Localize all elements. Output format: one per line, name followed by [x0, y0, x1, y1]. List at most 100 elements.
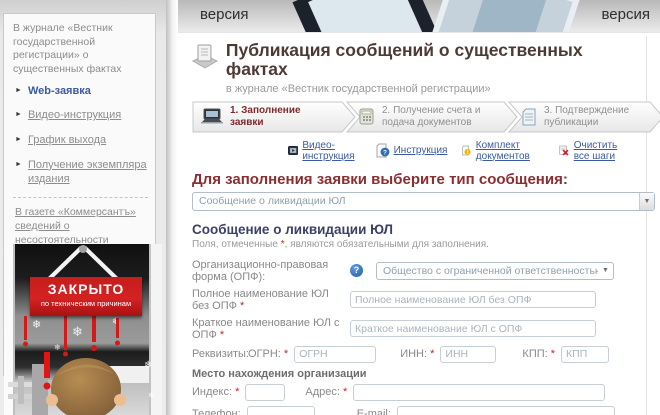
phone-label: Телефон:: [192, 408, 241, 415]
toolbar-link-label[interactable]: Комплект документов: [476, 140, 546, 162]
inn-label: ИНН: *: [400, 348, 434, 360]
sidebar-item-web-zayavka[interactable]: ► Web-заявка: [15, 85, 148, 99]
required-asterisk: *: [551, 348, 555, 360]
opf-label: Организационно-правовая форма (ОПФ):: [192, 259, 350, 283]
toolbar-link-label[interactable]: Очистить все шаги: [574, 140, 634, 162]
sidebar-item-label[interactable]: Видео-инструкция: [28, 109, 121, 123]
phone-input[interactable]: [247, 406, 315, 415]
document-icon: [520, 108, 538, 126]
calculator-icon: [358, 108, 376, 126]
svg-text:❄: ❄: [144, 360, 152, 371]
help-icon[interactable]: ?: [350, 264, 363, 277]
step-3-publication-confirmation[interactable]: 3. Подтверждение публикации: [520, 101, 654, 133]
publication-icon: [192, 43, 218, 69]
sidebar-group-title: В журнале «Вестник государственной регис…: [13, 22, 148, 77]
label-text: ИНН:: [400, 348, 427, 360]
main-column: Публикация сообщений о существенных факт…: [178, 33, 648, 415]
required-asterisk: *: [240, 300, 244, 312]
full-name-row: Полное наименование ЮЛ без ОПФ *: [192, 288, 648, 312]
divider: [13, 197, 148, 198]
svg-text:?: ?: [383, 150, 387, 157]
content-right-border: [646, 36, 647, 415]
toolbar-links: Видео-инструкция ? Инструкция: [288, 140, 648, 162]
message-type-heading: Для заполнения заявки выберите тип сообщ…: [192, 171, 648, 188]
full-name-label: Полное наименование ЮЛ без ОПФ *: [192, 288, 344, 312]
toolbar-link-label[interactable]: Инструкция: [394, 145, 448, 156]
arrow-bullet-icon: ►: [15, 111, 22, 118]
required-asterisk: *: [220, 329, 224, 341]
svg-text:❄: ❄: [72, 324, 83, 339]
page-header: Публикация сообщений о существенных факт…: [192, 41, 648, 95]
index-address-row: Индекс: * Адрес: *: [192, 384, 648, 401]
steps-bar: 1. Заполнение заявки 2. Получение счета …: [192, 101, 660, 133]
sidebar-item-video-instruction[interactable]: ► Видео-инструкция: [15, 109, 148, 123]
liquidation-form: Организационно-правовая форма (ОПФ): ? О…: [192, 259, 648, 415]
message-type-selected-value: Сообщение о ликвидации ЮЛ: [193, 195, 639, 207]
required-fields-note: Поля, отмеченные *, являются обязательны…: [192, 239, 648, 250]
arrow-bullet-icon: ►: [15, 136, 22, 143]
arrow-bullet-icon: ►: [15, 87, 22, 94]
email-input[interactable]: [397, 406, 615, 415]
index-input[interactable]: [245, 384, 285, 401]
sidebar-item-schedule[interactable]: ► График выхода: [15, 134, 148, 148]
video-instruction-link[interactable]: Видео-инструкция: [288, 140, 361, 162]
email-label: E-mail:: [357, 408, 391, 415]
sidebar: В журнале «Вестник государственной регис…: [0, 0, 166, 415]
step-1-fill-application[interactable]: 1. Заполнение заявки: [200, 101, 322, 133]
instruction-link[interactable]: ? Инструкция: [375, 143, 448, 158]
label-text: Индекс:: [192, 386, 232, 398]
ogrn-input[interactable]: [294, 346, 376, 363]
sidebar-item-label[interactable]: Получение экземпляра издания: [28, 159, 148, 187]
short-name-label: Краткое наименование ЮЛ с ОПФ *: [192, 317, 344, 341]
address-input[interactable]: [353, 384, 605, 401]
warning-document-icon: [461, 143, 471, 158]
opf-selected-value: Общество с ограниченной ответственностью: [377, 265, 598, 277]
requisites-row: Реквизиты: ОГРН: * ИНН: * КПП: *: [192, 346, 648, 363]
full-name-input[interactable]: [350, 291, 596, 308]
svg-text:❄: ❄: [54, 343, 61, 352]
page-subtitle: в журнале «Вестник государственной регис…: [226, 83, 648, 95]
svg-text:❄: ❄: [32, 319, 41, 331]
sidebar-item-get-copy[interactable]: ► Получение экземпляра издания: [15, 159, 148, 187]
label-text: Краткое наименование ЮЛ с ОПФ: [192, 317, 340, 341]
banner-version-right: версия: [602, 6, 651, 23]
form-section-title: Сообщение о ликвидации ЮЛ: [192, 222, 648, 237]
opf-row: Организационно-правовая форма (ОПФ): ? О…: [192, 259, 648, 283]
chevron-down-icon[interactable]: ▼: [639, 193, 654, 210]
video-icon: [288, 144, 298, 157]
closed-sign: ЗАКРЫТО по техническим причинам: [30, 277, 142, 316]
step-label: 1. Заполнение заявки: [230, 105, 322, 128]
clear-all-steps-link[interactable]: Очистить все шаги: [559, 140, 634, 162]
svg-text:❄: ❄: [148, 391, 155, 400]
sidebar-item-label[interactable]: Web-заявка: [28, 85, 91, 99]
opf-select[interactable]: Общество с ограниченной ответственностью…: [376, 262, 614, 280]
note-suffix: , являются обязательными для заполнения.: [285, 239, 489, 250]
label-text: Адрес:: [305, 386, 340, 398]
page-seam: [166, 0, 178, 415]
inn-input[interactable]: [440, 346, 496, 363]
top-banner[interactable]: версия версия: [178, 0, 660, 33]
laptop-icon: [200, 108, 224, 125]
closed-sign-subtitle: по техническим причинам: [30, 299, 142, 308]
address-label: Адрес: *: [305, 386, 347, 398]
step-2-invoice-documents[interactable]: 2. Получение счета и подача документов: [358, 101, 492, 133]
label-text: Полное наименование ЮЛ без ОПФ: [192, 288, 329, 312]
required-asterisk: *: [343, 386, 347, 398]
clear-steps-icon: [559, 143, 569, 158]
page-title: Публикация сообщений о существенных факт…: [226, 41, 648, 80]
index-label: Индекс: *: [192, 386, 239, 398]
short-name-input[interactable]: [350, 320, 596, 337]
toolbar-link-label[interactable]: Видео-инструкция: [302, 140, 360, 162]
document-kit-link[interactable]: Комплект документов: [461, 140, 545, 162]
main-content: версия версия Публикация сообщений о сущ…: [178, 0, 660, 415]
sidebar-item-label[interactable]: График выхода: [28, 134, 106, 148]
ogrn-label: ОГРН: *: [248, 348, 288, 360]
banner-version-left: версия: [200, 6, 249, 23]
step-label: 3. Подтверждение публикации: [544, 105, 654, 128]
page-header-text: Публикация сообщений о существенных факт…: [226, 41, 648, 95]
label-text: ОГРН:: [248, 348, 281, 360]
chevron-down-icon[interactable]: ▼: [598, 263, 613, 279]
kpp-input[interactable]: [561, 346, 609, 363]
required-asterisk: *: [284, 348, 288, 360]
message-type-select[interactable]: Сообщение о ликвидации ЮЛ ▼: [192, 192, 655, 211]
